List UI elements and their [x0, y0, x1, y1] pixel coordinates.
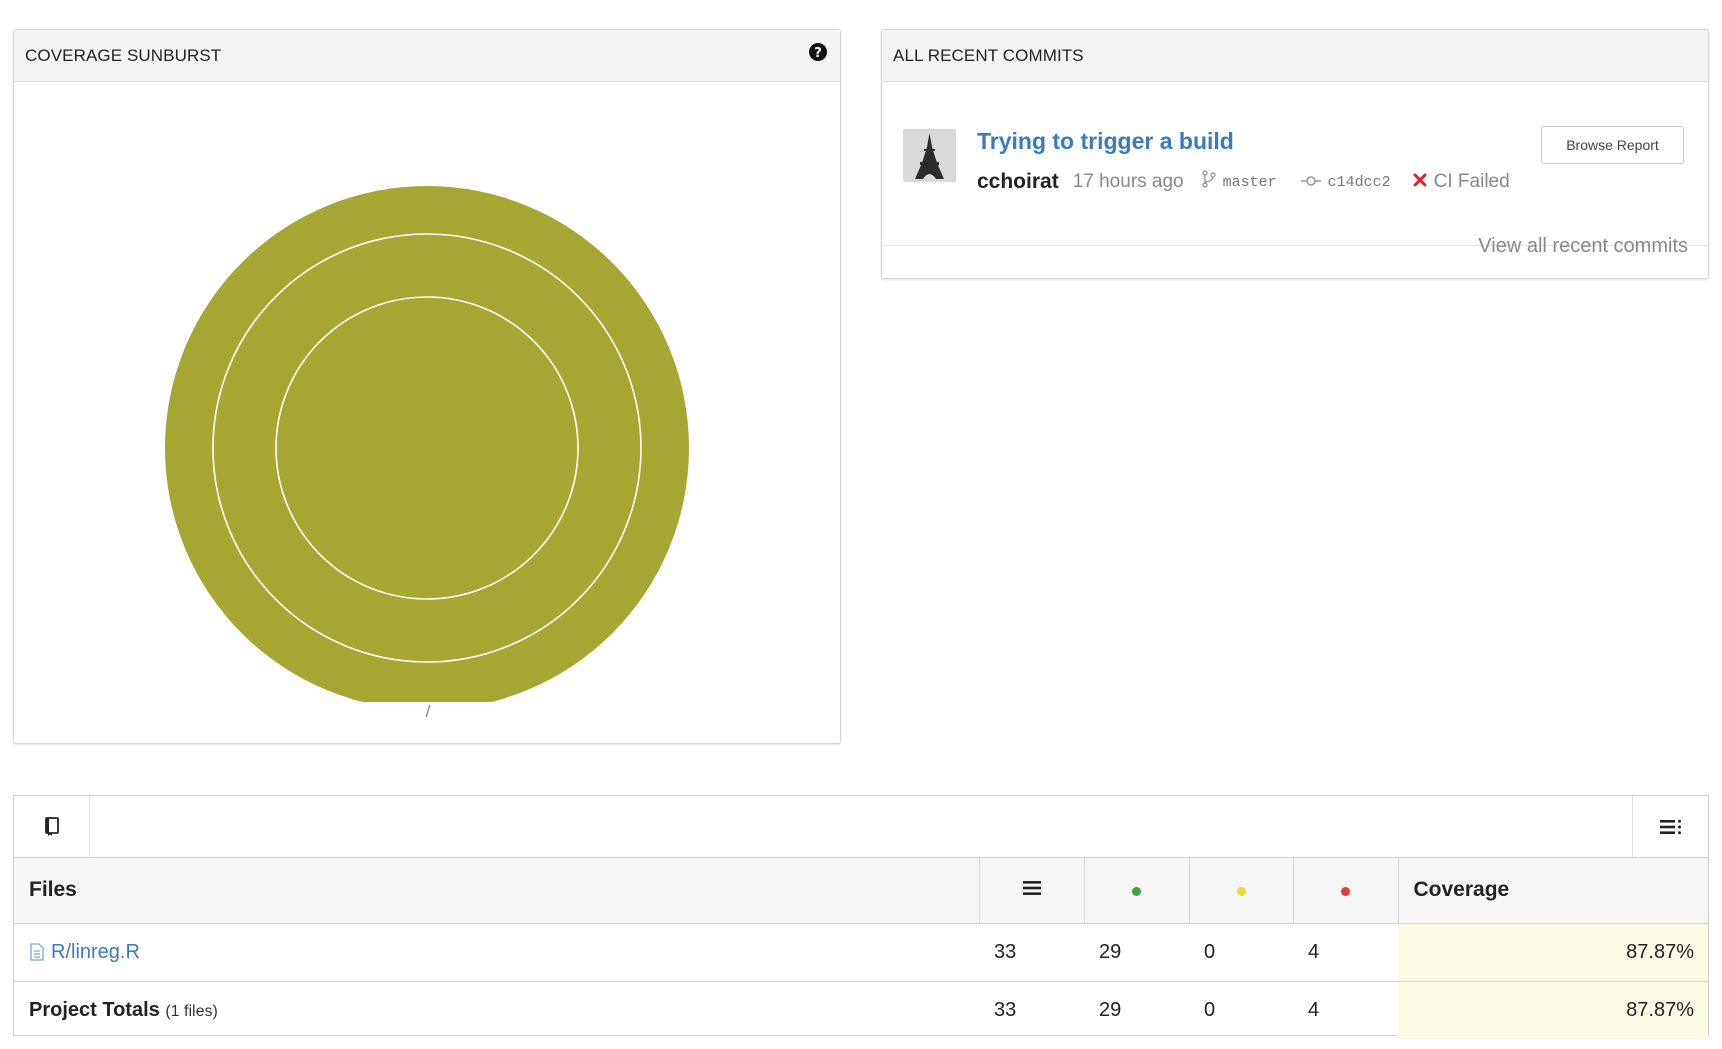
partials-column-header[interactable] [1188, 858, 1293, 924]
file-link[interactable]: R/linreg.R [51, 941, 140, 963]
partials-cell: 0 [1189, 923, 1293, 982]
commits-header: ALL RECENT COMMITS [882, 30, 1708, 82]
totals-label-cell: Project Totals (1 files) [14, 981, 979, 1039]
sunburst-root-label: / [425, 702, 431, 721]
files-table-header: Files Coverage [14, 858, 1708, 924]
list-options-icon[interactable] [1632, 796, 1708, 857]
commit-row: Trying to trigger a build cchoirat 17 ho… [882, 82, 1708, 246]
totals-partials-cell: 0 [1204, 998, 1216, 1021]
hits-column-header[interactable] [1083, 858, 1189, 924]
commit-sha[interactable]: c14dcc2 [1328, 174, 1391, 191]
book-icon[interactable] [14, 796, 90, 857]
table-row: R/linreg.R 33 29 0 4 87.87% [14, 923, 1708, 982]
question-circle-icon[interactable]: ? [808, 42, 828, 62]
coverage-cell: 87.87% [1398, 923, 1708, 982]
commit-author[interactable]: cchoirat [977, 170, 1059, 194]
hits-cell: 29 [1084, 923, 1189, 982]
totals-coverage-cell: 87.87% [1398, 981, 1708, 1039]
commit-title-link[interactable]: Trying to trigger a build [977, 128, 1234, 155]
totals-misses-cell: 4 [1308, 998, 1320, 1021]
totals-row: Project Totals (1 files) 33 29 0 4 87.87… [14, 981, 1708, 1039]
author-avatar[interactable] [903, 129, 956, 182]
files-panel: Files Coverage R/linreg.R 33 29 0 4 87.8… [13, 795, 1709, 1039]
totals-label: Project Totals [29, 998, 160, 1021]
totals-lines-cell: 33 [994, 998, 1017, 1021]
coverage-column-header[interactable]: Coverage [1397, 858, 1708, 924]
commit-icon [1300, 171, 1321, 193]
ci-status[interactable]: CI Failed [1434, 171, 1510, 193]
files-table: Files Coverage R/linreg.R 33 29 0 4 87.8… [14, 858, 1708, 1039]
misses-dot-icon [1341, 887, 1350, 897]
totals-hits-cell: 29 [1099, 998, 1122, 1021]
file-icon [30, 942, 44, 961]
commit-branch[interactable]: master [1223, 174, 1277, 191]
partials-dot-icon [1236, 887, 1246, 897]
sunburst-title: COVERAGE SUNBURST [25, 45, 222, 65]
totals-file-count: (1 files) [165, 1002, 218, 1020]
file-cell: R/linreg.R [14, 923, 979, 982]
lines-icon [1022, 881, 1041, 896]
commit-meta: cchoirat 17 hours ago master c14dcc2 CI … [977, 170, 1510, 194]
branch-icon [1201, 170, 1216, 194]
sunburst-ring-inner[interactable] [275, 296, 579, 600]
coverage-sunburst-panel: COVERAGE SUNBURST ? / [13, 29, 841, 744]
sunburst-chart [165, 186, 689, 702]
files-toolbar [14, 796, 1708, 858]
misses-cell: 4 [1293, 923, 1398, 982]
browse-report-button[interactable]: Browse Report [1541, 126, 1684, 164]
sunburst-header: COVERAGE SUNBURST [14, 30, 840, 82]
lines-cell: 33 [979, 923, 1084, 982]
view-all-commits-link[interactable]: View all recent commits [1478, 235, 1688, 258]
recent-commits-panel: ALL RECENT COMMITS Trying to trigger a b… [881, 29, 1709, 279]
lines-column-header[interactable] [978, 858, 1084, 924]
hits-dot-icon [1132, 887, 1141, 897]
commit-time: 17 hours ago [1072, 171, 1184, 192]
commits-title: ALL RECENT COMMITS [893, 45, 1084, 65]
svg-text:?: ? [814, 46, 822, 61]
ci-failed-icon [1413, 171, 1427, 193]
misses-column-header[interactable] [1292, 858, 1398, 924]
files-column-header[interactable]: Files [14, 858, 979, 924]
